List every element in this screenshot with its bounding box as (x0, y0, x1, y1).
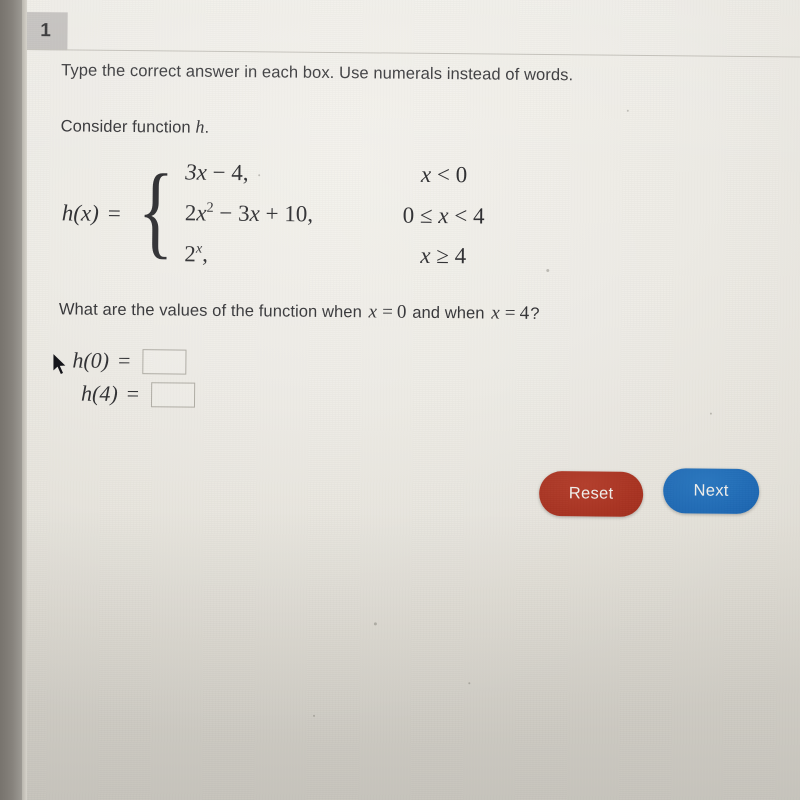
answer-input-h0[interactable] (142, 348, 187, 375)
answer-equals-h4: = (126, 381, 140, 407)
question-equals-2: = (504, 302, 516, 324)
case-3-expression: 2x, (184, 240, 209, 267)
answer-label-h4: h(4) (80, 380, 118, 407)
consider-function-line: Consider function h. (61, 116, 781, 144)
consider-suffix: . (204, 119, 210, 138)
case-3-condition: x ≥ 4 (420, 243, 467, 269)
question-part-1: What are the values of the function when (58, 300, 367, 322)
answer-label-h0: h(0) (72, 347, 110, 374)
answer-equals-h0: = (117, 348, 131, 374)
consider-prefix: Consider function (60, 117, 196, 138)
case-2-condition: 0 ≤ x < 4 (402, 202, 485, 229)
question-value-1: 0 (396, 301, 407, 323)
question-variable-1: x (368, 301, 378, 323)
question-text: What are the values of the function when… (59, 298, 779, 327)
case-2-expression: 2x2 − 3x + 10, (184, 200, 314, 227)
photo-of-screen: 1 Type the correct answer in each box. U… (0, 0, 800, 800)
case-1-expression: 3x − 4, (185, 159, 249, 186)
function-symbol: h (195, 117, 205, 138)
answer-row-h4: h(4) = (81, 377, 778, 417)
question-equals-1: = (382, 301, 394, 323)
action-buttons: Reset Next (57, 466, 800, 531)
reset-button[interactable]: Reset (538, 470, 644, 517)
question-content: Type the correct answer in each box. Use… (58, 60, 781, 417)
photo-speck (312, 714, 316, 717)
screen-surface: 1 Type the correct answer in each box. U… (15, 0, 800, 800)
instruction-text: Type the correct answer in each box. Use… (61, 61, 574, 85)
photo-speck (468, 682, 471, 685)
answer-input-h4[interactable] (151, 381, 196, 408)
function-equals: = (107, 200, 121, 227)
question-part-3: ? (530, 304, 540, 323)
function-lhs: h(x) (61, 200, 99, 226)
tab-bar-divider (23, 48, 800, 58)
question-variable-2: x (491, 302, 500, 324)
piecewise-function: h(x) = { 3x − 4, x < 0 2x2 − 3x + 10, 0 … (61, 153, 780, 273)
photo-speck (373, 622, 377, 626)
question-value-2: 4 (519, 302, 530, 324)
question-part-2: and when (407, 303, 490, 323)
question-tab-bar: 1 (23, 11, 800, 58)
case-1-condition: x < 0 (420, 162, 468, 188)
function-cases: 3x − 4, x < 0 2x2 − 3x + 10, 0 ≤ x < 4 2… (184, 160, 485, 270)
next-button[interactable]: Next (662, 468, 760, 515)
tab-question-1[interactable]: 1 (23, 11, 68, 51)
answer-inputs: h(0) = h(4) = (72, 344, 779, 417)
